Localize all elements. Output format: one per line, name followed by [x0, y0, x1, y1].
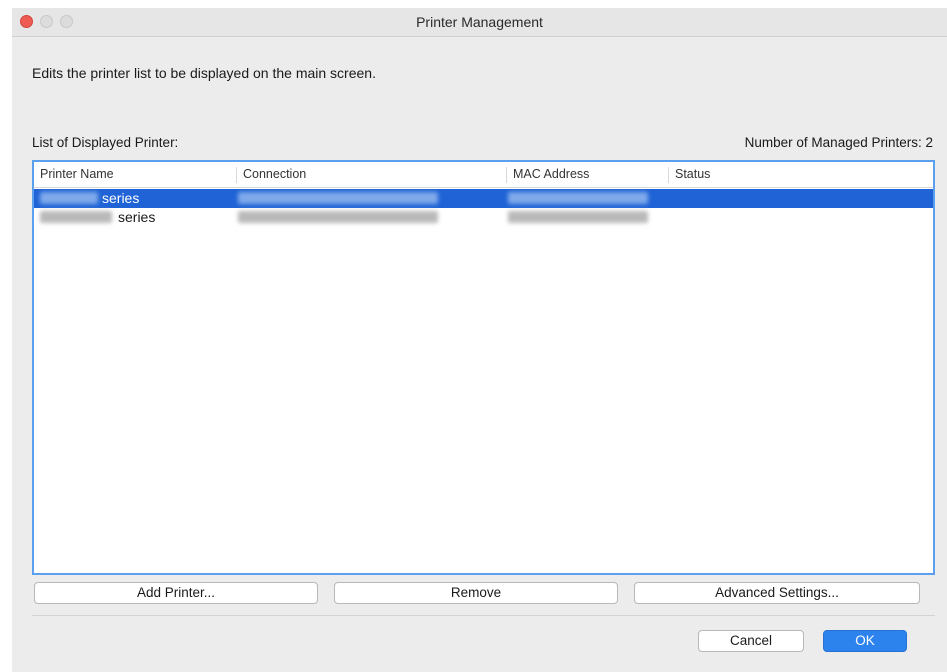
- list-label: List of Displayed Printer:: [32, 135, 179, 150]
- redacted-connection: [238, 211, 438, 223]
- column-header-connection[interactable]: Connection: [236, 167, 501, 183]
- window-title: Printer Management: [416, 14, 543, 30]
- advanced-settings-button[interactable]: Advanced Settings...: [634, 582, 920, 604]
- printer-name-cell: series: [118, 209, 156, 225]
- column-header-status[interactable]: Status: [668, 167, 925, 183]
- redacted-model-name: [40, 192, 98, 204]
- table-header: Printer Name Connection MAC Address Stat…: [34, 162, 933, 188]
- redacted-model-name: [40, 211, 112, 223]
- redacted-connection: [238, 192, 438, 204]
- redacted-mac-address: [508, 211, 648, 223]
- title-bar[interactable]: Printer Management: [12, 8, 947, 37]
- managed-printers-count: Number of Managed Printers: 2: [744, 135, 933, 150]
- column-header-printer-name[interactable]: Printer Name: [40, 167, 230, 183]
- table-row[interactable]: series: [34, 189, 933, 208]
- printer-management-window: Printer Management Edits the printer lis…: [12, 8, 947, 672]
- redacted-mac-address: [508, 192, 648, 204]
- printer-list-table[interactable]: Printer Name Connection MAC Address Stat…: [32, 160, 935, 575]
- add-printer-button[interactable]: Add Printer...: [34, 582, 318, 604]
- ok-button[interactable]: OK: [823, 630, 907, 652]
- table-row[interactable]: series: [34, 208, 933, 227]
- remove-button[interactable]: Remove: [334, 582, 618, 604]
- divider: [32, 615, 935, 616]
- printer-name-cell: series: [102, 190, 140, 206]
- description-text: Edits the printer list to be displayed o…: [32, 65, 376, 81]
- cancel-button[interactable]: Cancel: [698, 630, 804, 652]
- column-header-mac-address[interactable]: MAC Address: [506, 167, 663, 183]
